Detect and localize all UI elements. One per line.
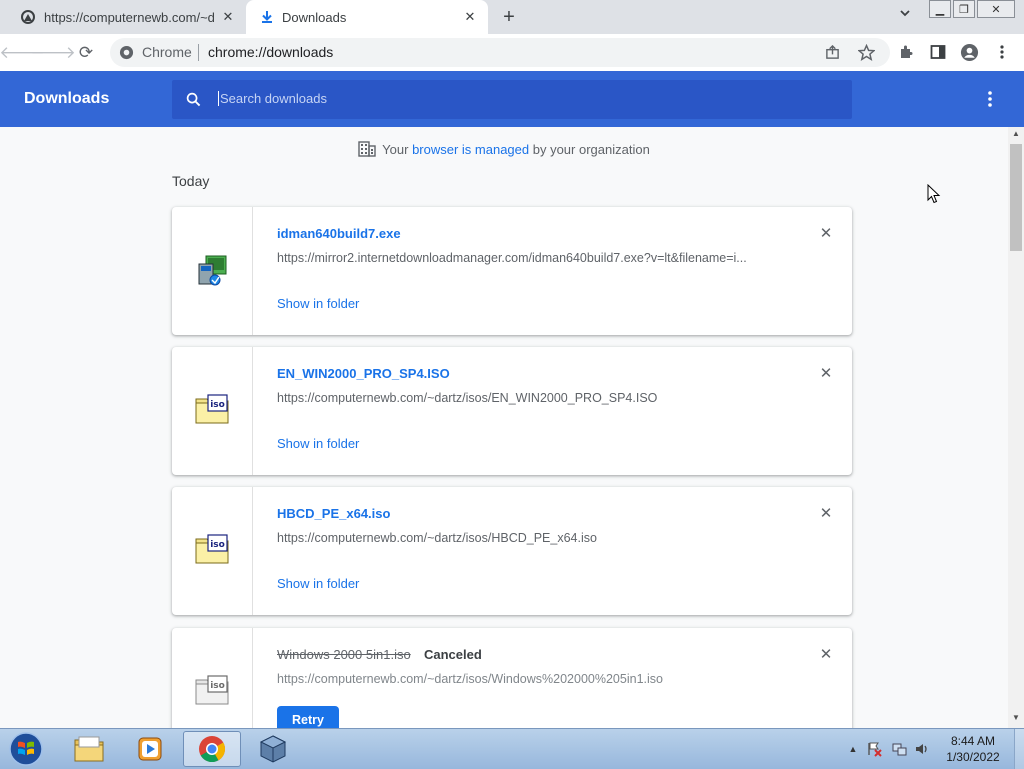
- building-icon: [358, 141, 376, 157]
- profile-avatar-icon[interactable]: [960, 43, 979, 62]
- managed-suffix: by your organization: [529, 142, 650, 157]
- search-icon: [186, 92, 201, 107]
- show-desktop-button[interactable]: [1014, 729, 1024, 769]
- managed-prefix: Your: [382, 142, 413, 157]
- show-in-folder-link[interactable]: Show in folder: [277, 576, 359, 591]
- svg-text:iso: iso: [210, 400, 225, 410]
- start-button-icon[interactable]: [6, 731, 46, 767]
- iso-file-icon: iso: [195, 675, 229, 705]
- vertical-scrollbar[interactable]: ▲ ▼: [1008, 127, 1024, 728]
- bookmark-star-icon[interactable]: [858, 44, 875, 61]
- tab-computernewb[interactable]: https://computernewb.com/~dartz ✕: [8, 0, 246, 34]
- download-item: idman640build7.exe https://mirror2.inter…: [172, 207, 852, 335]
- downloads-header: Downloads Search downloads: [0, 71, 1024, 127]
- omnibox-label: Chrome: [142, 44, 192, 60]
- page-title: Downloads: [24, 90, 110, 107]
- clock-time: 8:44 AM: [950, 734, 996, 748]
- close-window-button[interactable]: ✕: [977, 0, 1015, 18]
- menu-kebab-icon[interactable]: [995, 44, 1009, 60]
- exe-installer-icon: [198, 255, 227, 286]
- scrollbar-thumb[interactable]: [1010, 144, 1022, 251]
- extensions-puzzle-icon[interactable]: [898, 44, 914, 60]
- taskbar-explorer[interactable]: [60, 731, 118, 767]
- clock-date: 1/30/2022: [946, 750, 1000, 764]
- chevron-down-icon: [900, 10, 910, 17]
- forward-button[interactable]: 🡒: [30, 40, 76, 66]
- show-in-folder-link[interactable]: Show in folder: [277, 436, 359, 451]
- download-filename: Windows 2000 5in1.iso: [277, 647, 411, 662]
- taskbar-virtualbox[interactable]: [244, 731, 302, 767]
- taskbar-chrome[interactable]: [183, 731, 241, 767]
- close-tab-icon[interactable]: ✕: [220, 9, 236, 25]
- virtualbox-icon: [259, 735, 287, 763]
- taskbar-media-player[interactable]: [121, 731, 179, 767]
- remove-download-icon[interactable]: ✕: [816, 364, 836, 384]
- svg-text:iso: iso: [210, 681, 225, 691]
- address-bar[interactable]: Chrome chrome://downloads: [110, 38, 890, 67]
- download-item: iso EN_WIN2000_PRO_SP4.ISO https://compu…: [172, 347, 852, 475]
- download-source-url[interactable]: https://computernewb.com/~dartz/isos/EN_…: [277, 391, 777, 405]
- download-status: Canceled: [424, 647, 482, 662]
- media-player-icon: [138, 737, 162, 761]
- tab-downloads[interactable]: Downloads ✕: [246, 0, 488, 34]
- network-icon[interactable]: [891, 741, 907, 757]
- svg-text:iso: iso: [210, 540, 225, 550]
- search-downloads-box[interactable]: Search downloads: [172, 80, 852, 119]
- remove-download-icon[interactable]: ✕: [816, 224, 836, 244]
- omnibox-url[interactable]: chrome://downloads: [208, 44, 333, 60]
- action-center-flag-icon[interactable]: [866, 741, 882, 757]
- show-hidden-icons-arrow-icon[interactable]: ▲: [845, 741, 861, 757]
- chrome-logo-icon: [119, 45, 134, 60]
- file-icon-column: [172, 207, 253, 335]
- windows-taskbar: ▲ 8:44 AM 1/30/2022: [0, 728, 1024, 769]
- share-icon[interactable]: [825, 45, 840, 60]
- reload-button[interactable]: ⟳: [73, 40, 99, 66]
- side-panel-icon[interactable]: [930, 44, 946, 60]
- browser-toolbar: 🡐 🡒 ⟳ Chrome chrome://downloads: [0, 34, 1024, 72]
- mouse-cursor-icon: [927, 184, 941, 204]
- tab-strip: https://computernewb.com/~dartz ✕ Downlo…: [0, 0, 1024, 34]
- download-item: iso HBCD_PE_x64.iso https://computernewb…: [172, 487, 852, 615]
- restore-button[interactable]: ❐: [953, 0, 975, 18]
- file-icon-column: iso: [172, 487, 253, 615]
- scroll-up-arrow-icon[interactable]: ▲: [1008, 129, 1024, 141]
- download-filename-link[interactable]: idman640build7.exe: [277, 226, 401, 241]
- download-source-url[interactable]: https://computernewb.com/~dartz/isos/HBC…: [277, 531, 777, 545]
- browser-managed-link[interactable]: browser is managed: [412, 142, 529, 157]
- system-clock[interactable]: 8:44 AM 1/30/2022: [936, 733, 1010, 765]
- remove-download-icon[interactable]: ✕: [816, 645, 836, 665]
- chrome-icon: [199, 736, 226, 763]
- managed-notice: Your browser is managed by your organiza…: [0, 141, 1008, 157]
- more-actions-icon[interactable]: [980, 89, 1000, 109]
- iso-file-icon: iso: [195, 534, 229, 564]
- site-favicon-icon: [21, 10, 35, 24]
- download-source-url[interactable]: https://mirror2.internetdownloadmanager.…: [277, 251, 777, 265]
- search-input[interactable]: Search downloads: [218, 91, 327, 106]
- remove-download-icon[interactable]: ✕: [816, 504, 836, 524]
- download-source-url[interactable]: https://computernewb.com/~dartz/isos/Win…: [277, 672, 777, 686]
- date-section-label: Today: [172, 173, 210, 189]
- omnibox-divider: [198, 44, 199, 61]
- explorer-icon: [74, 736, 104, 762]
- tab-search-button[interactable]: [893, 6, 917, 28]
- new-tab-button[interactable]: +: [496, 5, 522, 29]
- close-tab-icon[interactable]: ✕: [462, 9, 478, 25]
- iso-file-icon: iso: [195, 394, 229, 424]
- file-icon-column: iso: [172, 347, 253, 475]
- download-filename-link[interactable]: EN_WIN2000_PRO_SP4.ISO: [277, 366, 450, 381]
- volume-icon[interactable]: [914, 741, 930, 757]
- download-icon: [262, 11, 272, 23]
- minimize-button[interactable]: ▁: [929, 0, 951, 18]
- show-in-folder-link[interactable]: Show in folder: [277, 296, 359, 311]
- tab-title: Downloads: [282, 9, 347, 25]
- scroll-down-arrow-icon[interactable]: ▼: [1008, 713, 1024, 725]
- download-filename-link[interactable]: HBCD_PE_x64.iso: [277, 506, 390, 521]
- tab-title: https://computernewb.com/~dartz: [44, 9, 214, 25]
